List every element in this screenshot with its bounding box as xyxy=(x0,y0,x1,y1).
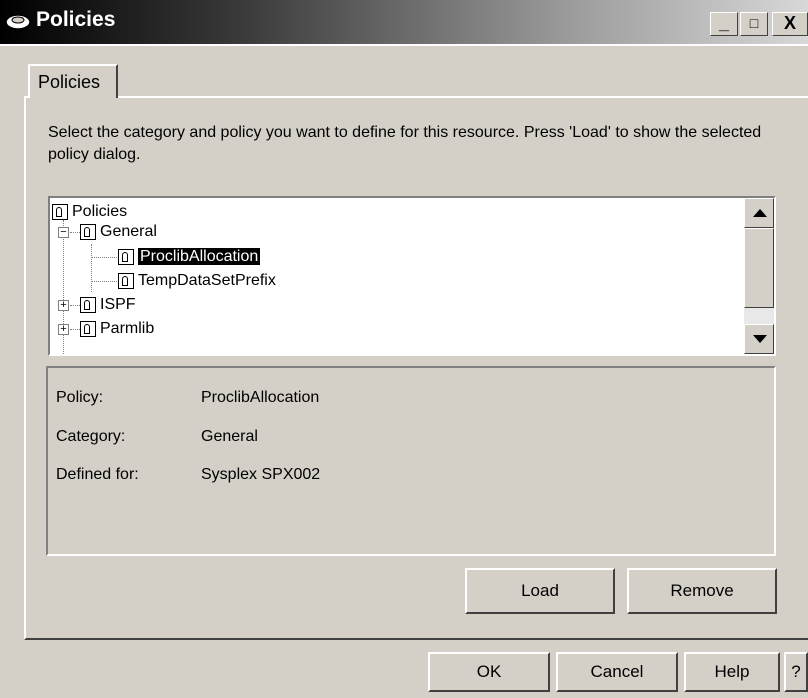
whats-this-button[interactable]: ? xyxy=(784,652,808,692)
tree-item-label: General xyxy=(100,223,157,240)
scroll-down-button[interactable] xyxy=(744,324,774,354)
tree-item-tempdatasetprefix[interactable]: TempDataSetPrefix xyxy=(118,269,276,293)
arrow-down-icon xyxy=(753,335,767,343)
category-value: General xyxy=(201,428,258,445)
tree-connector xyxy=(70,329,80,330)
policy-node-icon xyxy=(80,320,96,337)
instructions-text: Select the category and policy you want … xyxy=(48,124,762,163)
ok-button[interactable]: OK xyxy=(428,652,550,692)
defined-for-value: Sysplex SPX002 xyxy=(201,466,321,483)
policies-app-icon xyxy=(5,14,31,30)
tree-item-label: ProclibAllocation xyxy=(138,248,261,265)
tree-connector xyxy=(70,232,80,233)
expand-icon[interactable]: + xyxy=(58,324,69,335)
tree-item-general[interactable]: General xyxy=(80,220,157,244)
tree-scrollbar[interactable] xyxy=(744,198,774,354)
help-button[interactable]: Help xyxy=(684,652,780,692)
tree-item-ispf[interactable]: ISPF xyxy=(80,293,136,317)
cancel-button[interactable]: Cancel xyxy=(556,652,678,692)
policy-node-icon xyxy=(80,296,96,313)
policy-node-icon xyxy=(80,223,96,240)
tree-item-label: TempDataSetPrefix xyxy=(138,272,276,289)
policy-node-icon xyxy=(118,272,134,289)
minimize-button[interactable]: _ xyxy=(710,12,738,36)
title-bar xyxy=(0,0,808,46)
policy-value: ProclibAllocation xyxy=(201,389,320,406)
load-button[interactable]: Load xyxy=(465,568,615,614)
tree-item-label: Policies xyxy=(72,203,128,220)
collapse-icon[interactable]: − xyxy=(58,227,69,238)
window-title: Policies xyxy=(36,8,116,31)
tree-item-label: Parmlib xyxy=(100,320,155,337)
tab-label: Policies xyxy=(38,72,101,92)
arrow-up-icon xyxy=(753,209,767,217)
tree-connector xyxy=(70,305,80,306)
defined-for-label: Defined for: xyxy=(56,466,139,483)
category-label: Category: xyxy=(56,428,126,445)
expand-icon[interactable]: + xyxy=(58,300,69,311)
tree-connector xyxy=(91,244,92,292)
tree-connector xyxy=(91,281,117,282)
policy-label: Policy: xyxy=(56,389,104,406)
tree-item-label: ISPF xyxy=(100,296,136,313)
maximize-button[interactable]: □ xyxy=(740,12,768,36)
scroll-thumb[interactable] xyxy=(744,228,774,308)
policy-edit-icon xyxy=(118,248,134,265)
close-button[interactable]: X xyxy=(772,12,808,36)
remove-button[interactable]: Remove xyxy=(627,568,777,614)
tab-policies[interactable]: Policies xyxy=(28,64,118,98)
tree-connector xyxy=(91,257,117,258)
policy-node-icon xyxy=(52,203,68,220)
tree-item-parmlib[interactable]: Parmlib xyxy=(80,317,154,341)
policy-tree[interactable]: Policies − General ProclibAllocation Tem… xyxy=(48,196,776,356)
policy-details-panel xyxy=(46,366,776,556)
tree-connector xyxy=(63,220,64,354)
tree-item-procliballocation[interactable]: ProclibAllocation xyxy=(118,245,261,269)
scroll-up-button[interactable] xyxy=(744,198,774,228)
